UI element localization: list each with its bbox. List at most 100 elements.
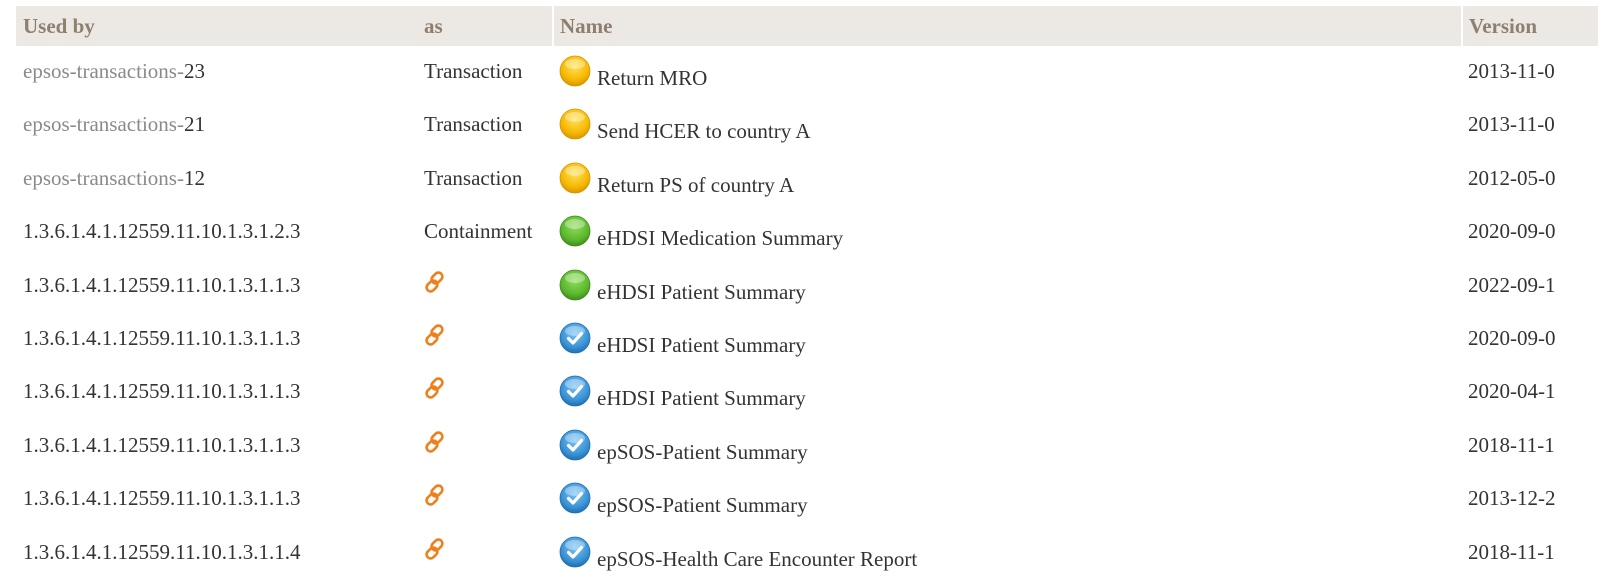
used-by-cell[interactable]: 1.3.6.1.4.1.12559.11.10.1.3.1.2.3 (16, 206, 418, 259)
name-cell: epSOS-Patient Summary (553, 473, 1462, 526)
id-value[interactable]: 1.3.6.1.4.1.12559.11.10.1.3.1.1.3 (23, 379, 300, 403)
version-cell: 2013-11-0 (1468, 112, 1555, 137)
name-label[interactable]: eHDSI Patient Summary (597, 326, 806, 358)
as-cell (418, 366, 553, 419)
id-value[interactable]: 1.3.6.1.4.1.12559.11.10.1.3.1.1.4 (23, 540, 300, 564)
blue-check-icon (559, 536, 591, 567)
table-row[interactable]: 1.3.6.1.4.1.12559.11.10.1.3.1.1.3 eHDSI P… (16, 313, 1598, 366)
used-by-cell[interactable]: epsos-transactions-12 (16, 153, 418, 206)
table-row[interactable]: 1.3.6.1.4.1.12559.11.10.1.3.1.1.3 epSOS-P… (16, 473, 1598, 526)
blue-check-icon (559, 375, 591, 407)
name-cell: epSOS-Patient Summary (553, 420, 1462, 473)
id-value[interactable]: 1.3.6.1.4.1.12559.11.10.1.3.1.1.3 (23, 433, 300, 457)
id-prefix[interactable]: epsos-transactions- (23, 166, 184, 190)
name-label[interactable]: epSOS-Patient Summary (597, 486, 808, 518)
table-row[interactable]: epsos-transactions-12 Transaction Return P… (16, 153, 1598, 206)
table-row[interactable]: 1.3.6.1.4.1.12559.11.10.1.3.1.2.3 Contain… (16, 206, 1598, 259)
id-value[interactable]: 1.3.6.1.4.1.12559.11.10.1.3.1.1.3 (23, 326, 300, 350)
name-label[interactable]: Return PS of country A (597, 166, 794, 198)
green-circle-icon (559, 269, 591, 300)
name-cell: eHDSI Patient Summary (553, 313, 1462, 366)
version-cell: 2013-12-2 (1468, 486, 1556, 511)
as-cell (418, 473, 553, 526)
as-cell (418, 527, 553, 580)
header-as[interactable]: as (418, 6, 553, 46)
table-row[interactable]: 1.3.6.1.4.1.12559.11.10.1.3.1.1.3 eHDSI P… (16, 260, 1598, 313)
table-row[interactable]: 1.3.6.1.4.1.12559.11.10.1.3.1.1.3 eHDSI P… (16, 366, 1598, 419)
as-label: Transaction (424, 165, 523, 190)
as-cell (418, 260, 553, 313)
yellow-circle-icon (559, 162, 591, 194)
version-cell: 2020-04-1 (1468, 379, 1556, 404)
name-cell: eHDSI Medication Summary (553, 206, 1462, 259)
table-row[interactable]: epsos-transactions-23 Transaction Return M… (16, 46, 1598, 99)
version-cell: 2020-09-0 (1468, 219, 1556, 244)
id-value[interactable]: 21 (184, 112, 205, 136)
header-version[interactable]: Version (1461, 6, 1598, 46)
as-cell: Transaction (418, 99, 553, 152)
name-label[interactable]: epSOS-Health Care Encounter Report (597, 540, 917, 572)
as-cell: Containment (418, 206, 553, 259)
yellow-circle-icon (559, 55, 591, 87)
version-cell: 2020-09-0 (1468, 325, 1556, 350)
link-icon[interactable] (422, 269, 448, 295)
name-label[interactable]: epSOS-Patient Summary (597, 433, 808, 465)
name-cell: epSOS-Health Care Encounter Report (553, 527, 1462, 580)
version-cell: 2012-05-0 (1468, 165, 1556, 190)
blue-check-icon (559, 429, 591, 461)
link-icon[interactable] (422, 429, 448, 455)
blue-check-icon (559, 322, 591, 354)
used-by-cell[interactable]: 1.3.6.1.4.1.12559.11.10.1.3.1.1.4 (16, 527, 418, 580)
header-used-by[interactable]: Used by (16, 6, 418, 46)
id-prefix[interactable]: epsos-transactions- (23, 59, 184, 83)
used-by-cell[interactable]: epsos-transactions-21 (16, 99, 418, 152)
version-cell: 2022-09-1 (1468, 272, 1556, 297)
name-label[interactable]: eHDSI Patient Summary (597, 379, 806, 411)
name-cell: Return PS of country A (553, 153, 1462, 206)
id-prefix[interactable]: epsos-transactions- (23, 112, 184, 136)
green-circle-icon (559, 215, 591, 247)
name-label[interactable]: Send HCER to country A (597, 112, 811, 144)
name-cell: eHDSI Patient Summary (553, 260, 1462, 313)
used-by-cell[interactable]: 1.3.6.1.4.1.12559.11.10.1.3.1.1.3 (16, 420, 418, 473)
name-label[interactable]: eHDSI Medication Summary (597, 219, 843, 251)
name-cell: eHDSI Patient Summary (553, 366, 1462, 419)
link-icon[interactable] (422, 482, 448, 508)
as-label: Transaction (424, 112, 523, 137)
as-cell: Transaction (418, 46, 553, 99)
used-by-cell[interactable]: 1.3.6.1.4.1.12559.11.10.1.3.1.1.3 (16, 366, 418, 419)
used-by-cell[interactable]: 1.3.6.1.4.1.12559.11.10.1.3.1.1.3 (16, 473, 418, 526)
name-label[interactable]: Return MRO (597, 59, 707, 91)
yellow-circle-icon (559, 108, 591, 140)
table-row[interactable]: epsos-transactions-21 Transaction Send HCE… (16, 99, 1598, 152)
table-body: epsos-transactions-23 Transaction Return M… (16, 46, 1598, 580)
as-cell (418, 420, 553, 473)
id-value[interactable]: 23 (184, 59, 205, 83)
link-icon[interactable] (422, 375, 448, 401)
version-cell: 2018-11-1 (1468, 539, 1555, 564)
as-cell: Transaction (418, 153, 553, 206)
version-cell: 2013-11-0 (1468, 59, 1555, 83)
used-by-cell[interactable]: 1.3.6.1.4.1.12559.11.10.1.3.1.1.3 (16, 313, 418, 366)
as-label: Transaction (424, 59, 523, 83)
name-cell: Send HCER to country A (553, 99, 1462, 152)
id-value[interactable]: 1.3.6.1.4.1.12559.11.10.1.3.1.2.3 (23, 219, 300, 243)
id-value[interactable]: 12 (184, 166, 205, 190)
as-label: Containment (424, 219, 533, 244)
used-by-cell[interactable]: 1.3.6.1.4.1.12559.11.10.1.3.1.1.3 (16, 260, 418, 313)
header-name[interactable]: Name (552, 6, 1462, 46)
as-cell (418, 313, 553, 366)
name-cell: Return MRO (553, 46, 1462, 99)
blue-check-icon (559, 482, 591, 514)
table-row[interactable]: 1.3.6.1.4.1.12559.11.10.1.3.1.1.3 epSOS-P… (16, 420, 1598, 473)
table-header-row: Used by as Name Version (16, 6, 1598, 46)
link-icon[interactable] (422, 322, 448, 348)
id-value[interactable]: 1.3.6.1.4.1.12559.11.10.1.3.1.1.3 (23, 486, 300, 510)
used-by-table: Used by as Name Version epsos-transactio… (16, 6, 1598, 580)
link-icon[interactable] (422, 536, 448, 562)
version-cell: 2018-11-1 (1468, 432, 1555, 457)
id-value[interactable]: 1.3.6.1.4.1.12559.11.10.1.3.1.1.3 (23, 273, 300, 297)
used-by-cell[interactable]: epsos-transactions-23 (16, 46, 418, 99)
table-row[interactable]: 1.3.6.1.4.1.12559.11.10.1.3.1.1.4 epSOS-H… (16, 527, 1598, 580)
name-label[interactable]: eHDSI Patient Summary (597, 273, 806, 305)
